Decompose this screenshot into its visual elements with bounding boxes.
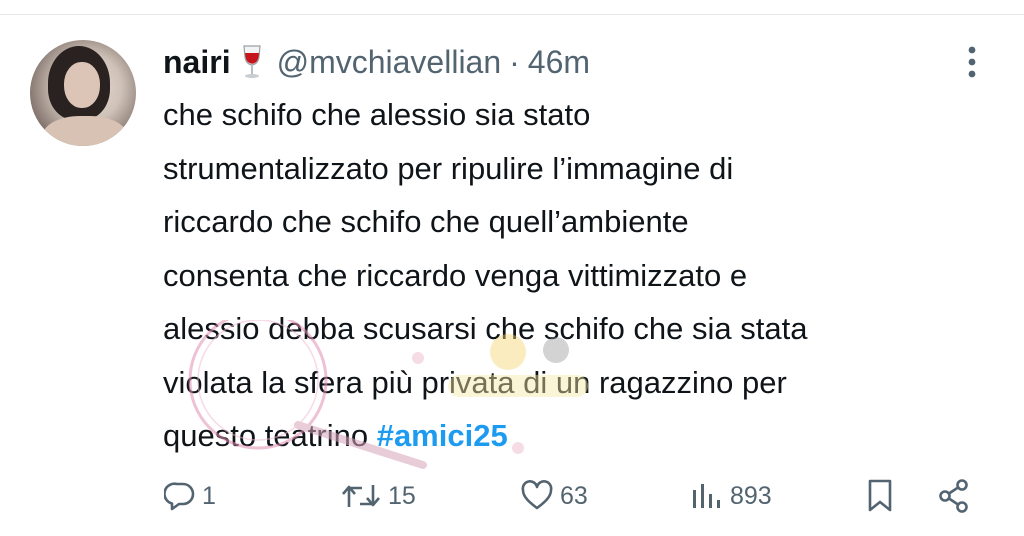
separator-dot: · [509,43,520,80]
timestamp[interactable]: 46m [528,44,590,81]
reply-icon [164,482,195,511]
repost-icon [342,485,380,507]
heart-icon [521,480,553,510]
tweet-text: che schifo che alessio sia stato strumen… [163,88,1013,463]
reply-count: 1 [202,481,216,510]
repost-button[interactable]: 15 [340,472,416,520]
more-options-icon[interactable] [962,44,982,80]
avatar-face [64,62,100,108]
view-count: 893 [730,481,772,510]
bookmark-button[interactable] [866,472,894,520]
tweet-text-body: che schifo che alessio sia stato strumen… [163,97,808,453]
wine-glass-icon [242,45,261,78]
tweet-actions: 1 15 63 893 [0,472,1024,520]
tweet-screenshot: nairi @mvchiavellian · 46m che schifo ch… [0,0,1024,536]
bookmark-icon [868,479,892,512]
user-handle[interactable]: @mvchiavellian [277,44,502,81]
like-button[interactable]: 63 [520,472,588,520]
views-button[interactable]: 893 [690,472,772,520]
like-count: 63 [560,481,588,510]
hashtag-link[interactable]: #amici25 [377,418,508,453]
avatar[interactable] [30,40,136,146]
display-name[interactable]: nairi [163,44,231,81]
reply-button[interactable]: 1 [164,472,216,520]
share-icon [939,479,968,513]
avatar-body [42,116,128,146]
tweet-header: nairi @mvchiavellian · 46m [163,42,590,82]
repost-count: 15 [388,481,416,510]
share-button[interactable] [936,472,972,520]
top-divider [0,14,1024,15]
views-chart-icon [693,484,720,508]
